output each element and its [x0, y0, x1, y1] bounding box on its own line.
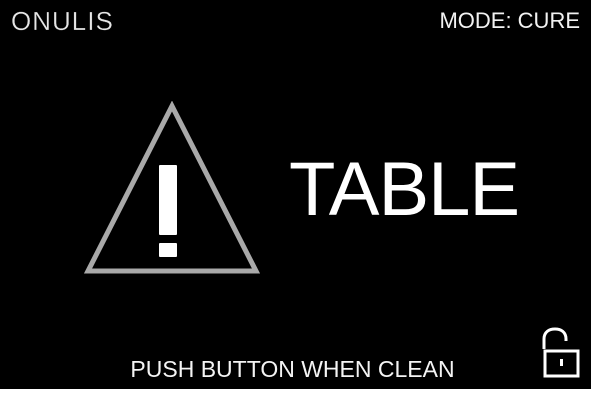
status-headline: TABLE	[289, 147, 520, 232]
brand-logo: ONULIS	[11, 6, 114, 36]
unlocked-padlock-icon[interactable]	[538, 327, 580, 379]
device-screen: ONULIS MODE: CURE TABLE PUSH BUTTON WHEN…	[0, 0, 591, 389]
mode-indicator: MODE: CURE	[439, 8, 580, 33]
warning-triangle-icon	[83, 101, 261, 276]
instruction-text: PUSH BUTTON WHEN CLEAN	[130, 356, 455, 382]
